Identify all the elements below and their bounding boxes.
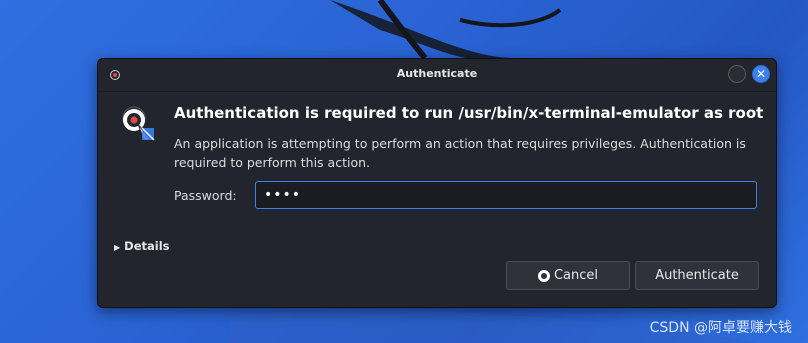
dialog-description: An application is attempting to perform … xyxy=(174,136,746,170)
password-label: Password: xyxy=(174,188,237,203)
minimize-icon[interactable] xyxy=(728,65,746,83)
cancel-icon xyxy=(537,269,550,282)
cancel-button-label: Cancel xyxy=(553,268,599,283)
password-field[interactable] xyxy=(255,181,757,209)
disclosure-triangle-icon: ▶ xyxy=(114,243,121,252)
authenticate-button[interactable]: Authenticate xyxy=(635,261,759,290)
watermark: CSDN @阿卓要赚大钱 xyxy=(649,320,792,336)
title-bar: Authenticate ✕ xyxy=(98,59,776,92)
details-expander[interactable]: ▶ Details xyxy=(114,239,170,253)
window-title: Authenticate xyxy=(396,67,478,80)
close-icon[interactable]: ✕ xyxy=(752,65,770,83)
authentication-lock-icon xyxy=(122,106,155,141)
authentication-dialog: Authenticate ✕ Authentication is require… xyxy=(97,58,777,308)
authenticate-button-label: Authenticate xyxy=(655,268,739,283)
cancel-button[interactable]: Cancel xyxy=(506,261,630,290)
dialog-heading: Authentication is required to run /usr/b… xyxy=(174,104,764,122)
details-label: Details xyxy=(124,239,170,253)
